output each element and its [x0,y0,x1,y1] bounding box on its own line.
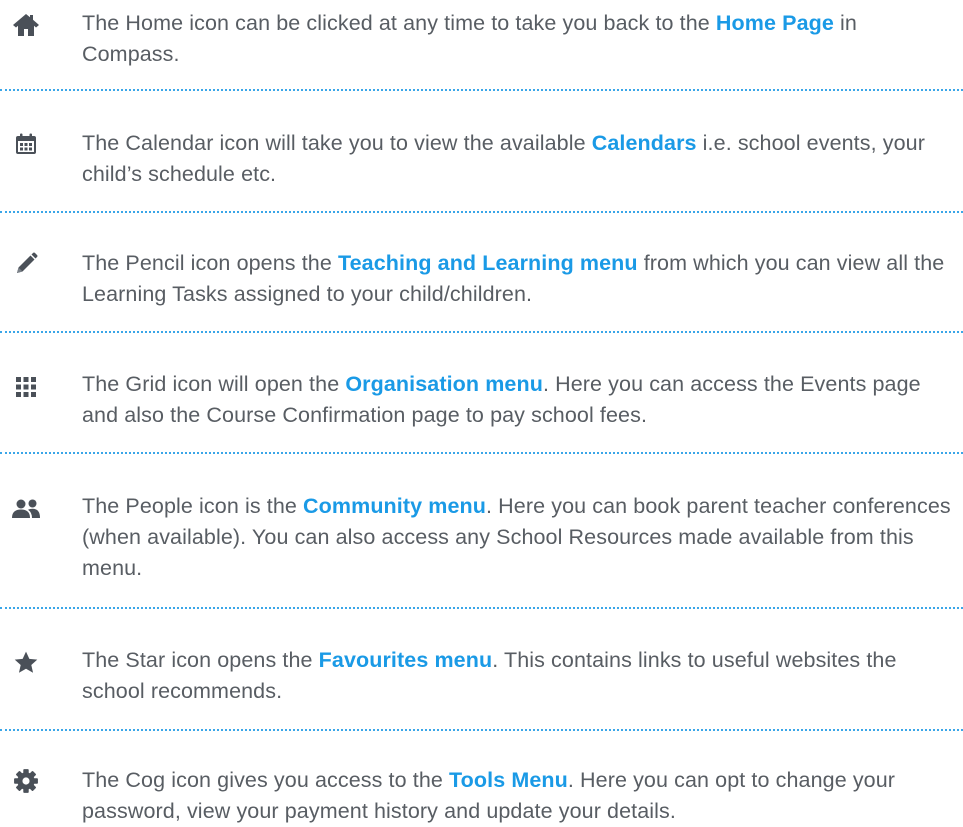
favourites-menu-link[interactable]: Favourites menu [319,648,493,672]
guide-item-star-text: The Star icon opens the Favourites menu.… [82,645,952,707]
people-icon [10,493,42,525]
guide-item-cog-text: The Cog icon gives you access to the Too… [82,765,952,827]
item-pre: The Calendar icon will take you to view … [82,131,592,155]
grid-icon [10,371,42,403]
pencil-icon [10,248,42,280]
guide-item-calendar-text: The Calendar icon will take you to view … [82,128,952,190]
star-icon [10,647,42,679]
tools-menu-link[interactable]: Tools Menu [449,768,568,792]
divider [0,331,963,333]
guide-item-home-text: The Home icon can be clicked at any time… [82,8,952,70]
divider [0,607,963,609]
guide-item-grid-text: The Grid icon will open the Organisation… [82,369,952,431]
item-pre: The Grid icon will open the [82,372,346,396]
guide-item-people-text: The People icon is the Community menu. H… [82,491,952,584]
item-pre: The People icon is the [82,494,304,518]
compass-icon-guide: The Home icon can be clicked at any time… [0,0,963,825]
item-pre: The Cog icon gives you access to the [82,768,450,792]
item-pre: The Pencil icon opens the [82,251,338,275]
calendars-link[interactable]: Calendars [592,131,697,155]
item-pre: The Home icon can be clicked at any time… [82,11,716,35]
calendar-icon [10,128,42,160]
guide-item-pencil-text: The Pencil icon opens the Teaching and L… [82,248,952,310]
teaching-learning-menu-link[interactable]: Teaching and Learning menu [338,251,638,275]
home-page-link[interactable]: Home Page [716,11,834,35]
divider [0,452,963,454]
cog-icon [10,765,42,797]
divider [0,211,963,213]
divider [0,729,963,731]
community-menu-link[interactable]: Community menu [303,494,486,518]
home-icon [10,9,42,41]
organisation-menu-link[interactable]: Organisation menu [345,372,543,396]
divider [0,89,963,91]
item-pre: The Star icon opens the [82,648,319,672]
